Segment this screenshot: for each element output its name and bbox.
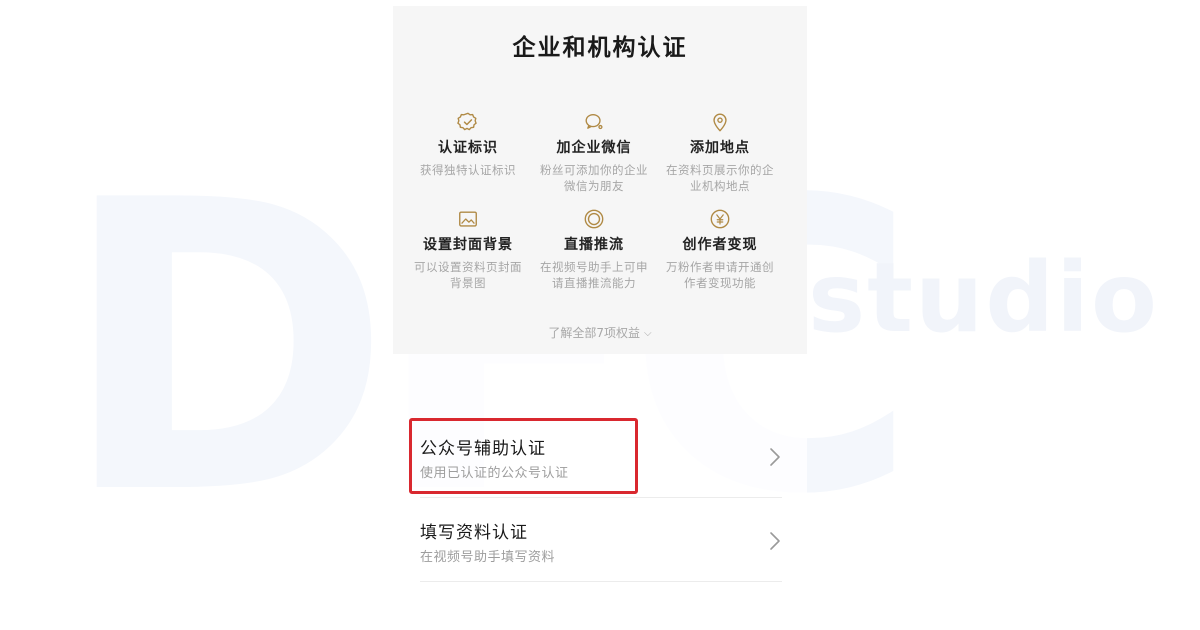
verified-badge-icon bbox=[457, 112, 477, 131]
benefit-item-monetize: 创作者变现 万粉作者申请开通创作者变现功能 bbox=[657, 208, 783, 291]
see-all-label: 了解全部7项权益 bbox=[548, 326, 641, 340]
benefit-title: 直播推流 bbox=[564, 237, 624, 253]
phone-screen: 企业和机构认证 认证标识 获得独特认证标识 加企业微信 粉丝可添加你的企业微信为… bbox=[393, 6, 807, 630]
benefit-title: 设置封面背景 bbox=[423, 237, 513, 253]
benefit-item-live: 直播推流 在视频号助手上可申请直播推流能力 bbox=[531, 208, 657, 291]
screenshot-canvas: DFC studio 企业和机构认证 认证标识 获得独特认证标识 加企业微信 bbox=[0, 0, 1200, 630]
benefit-title: 创作者变现 bbox=[682, 237, 758, 253]
divider bbox=[420, 581, 782, 582]
benefit-description: 可以设置资料页封面背景图 bbox=[414, 260, 522, 290]
page-title: 企业和机构认证 bbox=[512, 35, 688, 61]
benefit-title: 加企业微信 bbox=[556, 140, 632, 156]
benefit-item-cover: 设置封面背景 可以设置资料页封面背景图 bbox=[405, 208, 531, 291]
benefit-description: 获得独特认证标识 bbox=[420, 163, 516, 177]
benefit-description: 在资料页展示你的企业机构地点 bbox=[666, 163, 774, 193]
option-title: 填写资料认证 bbox=[420, 523, 528, 543]
benefit-item-wechat: 加企业微信 粉丝可添加你的企业微信为朋友 bbox=[531, 111, 657, 194]
benefit-item-verified: 认证标识 获得独特认证标识 bbox=[405, 111, 531, 178]
benefit-description: 粉丝可添加你的企业微信为朋友 bbox=[540, 163, 648, 193]
chevron-right-icon bbox=[770, 448, 780, 466]
watermark-studio-text: studio bbox=[808, 242, 1159, 354]
wechat-chat-icon bbox=[585, 113, 603, 130]
chevron-down-icon: ⌵ bbox=[644, 328, 652, 339]
option-subtitle: 在视频号助手填写资料 bbox=[420, 550, 556, 565]
location-pin-icon bbox=[713, 113, 727, 132]
image-icon bbox=[459, 211, 477, 227]
yuan-coin-icon bbox=[710, 209, 730, 229]
chevron-right-icon bbox=[770, 532, 780, 550]
see-all-benefits-link[interactable]: 了解全部7项权益 ⌵ bbox=[393, 324, 807, 341]
benefits-section: 企业和机构认证 认证标识 获得独特认证标识 加企业微信 粉丝可添加你的企业微信为… bbox=[393, 6, 807, 354]
benefit-description: 在视频号助手上可申请直播推流能力 bbox=[540, 260, 648, 290]
option-title: 公众号辅助认证 bbox=[420, 439, 546, 459]
divider bbox=[420, 497, 782, 498]
fill-info-verify-option[interactable]: 填写资料认证 在视频号助手填写资料 bbox=[420, 518, 782, 598]
benefit-title: 添加地点 bbox=[690, 140, 750, 156]
benefit-description: 万粉作者申请开通创作者变现功能 bbox=[666, 260, 774, 290]
official-account-verify-option[interactable]: 公众号辅助认证 使用已认证的公众号认证 bbox=[420, 434, 782, 514]
live-stream-icon bbox=[584, 209, 604, 229]
option-subtitle: 使用已认证的公众号认证 bbox=[420, 466, 569, 481]
benefit-item-location: 添加地点 在资料页展示你的企业机构地点 bbox=[657, 111, 783, 194]
benefit-title: 认证标识 bbox=[438, 140, 498, 156]
